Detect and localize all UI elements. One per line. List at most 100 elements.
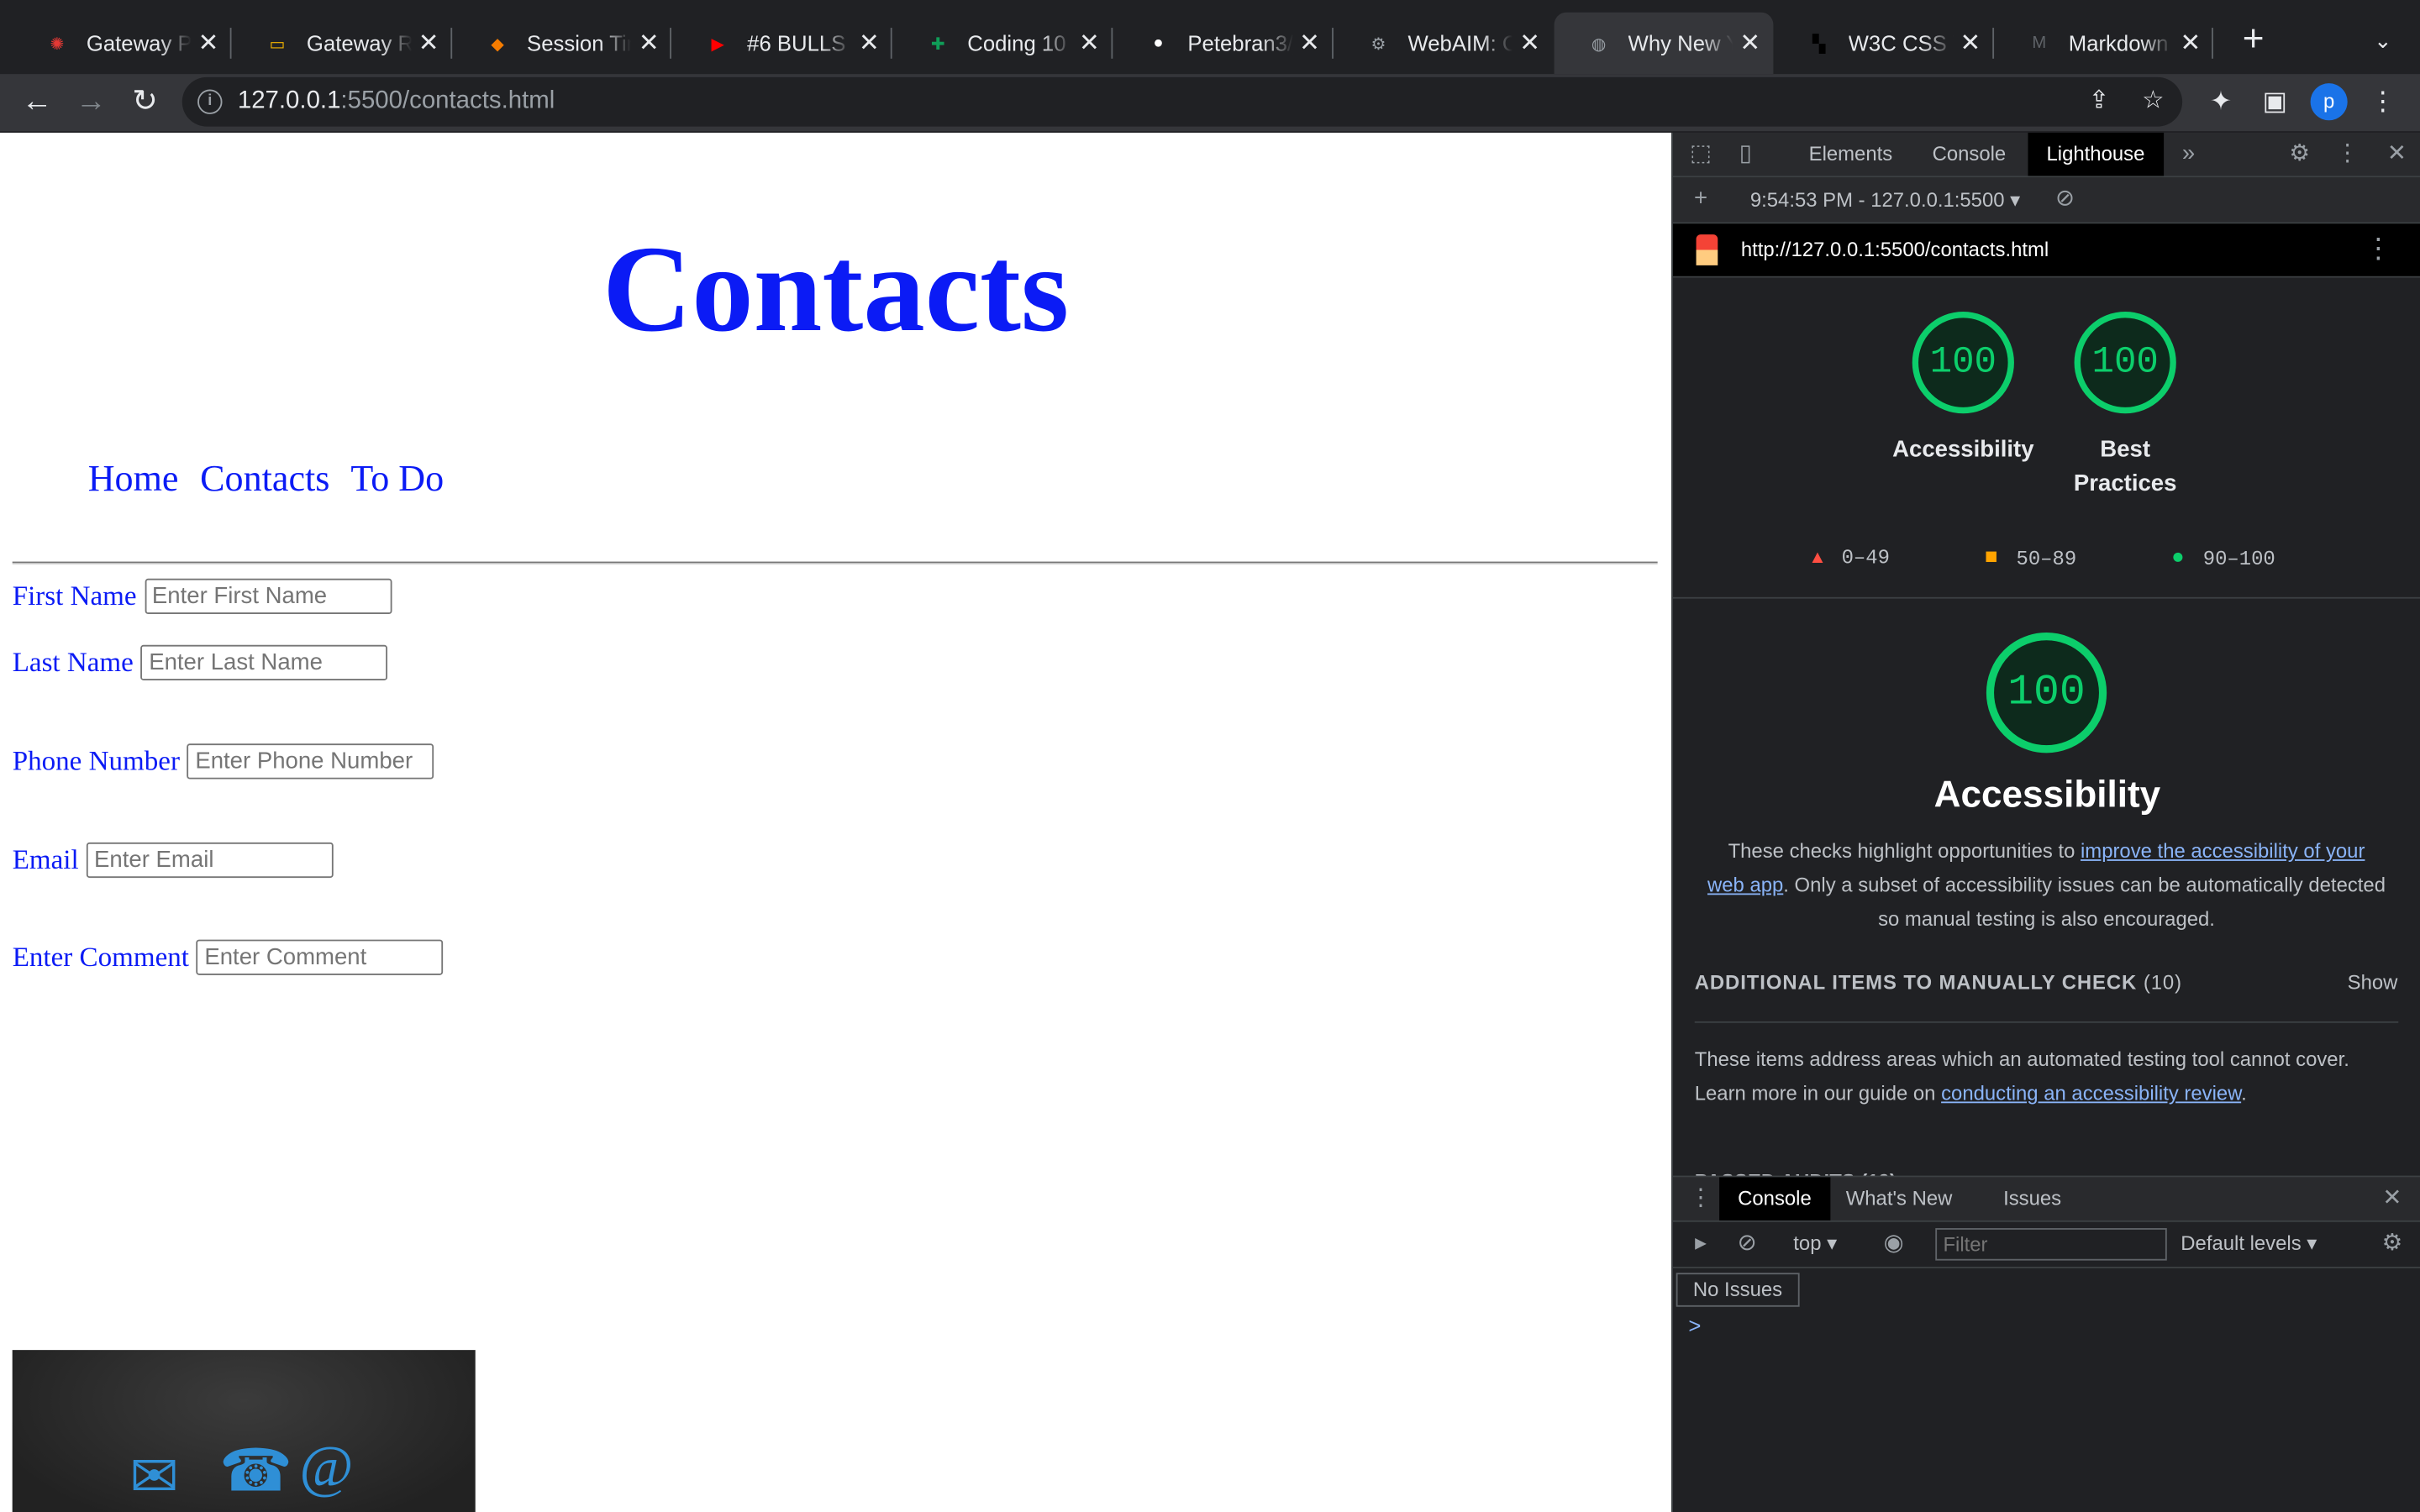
best-practices-score-label[interactable]: Best Practices	[2066, 433, 2184, 501]
accessibility-score-label[interactable]: Accessibility	[1858, 433, 2068, 467]
close-tab-icon[interactable]: ✕	[1292, 28, 1326, 59]
browser-tab[interactable]: ● Petebran3/j ✕	[1113, 13, 1334, 74]
address-bar[interactable]: i 127.0.0.1:5500/contacts.html ⇪ ☆	[182, 76, 2183, 127]
accessibility-review-link[interactable]: conducting an accessibility review	[1941, 1082, 2241, 1105]
reload-icon[interactable]: ↻	[124, 81, 166, 123]
console-prompt[interactable]: >	[1688, 1313, 1701, 1337]
accessibility-score-gauge[interactable]: 100	[1912, 312, 2014, 414]
close-tab-icon[interactable]: ✕	[1733, 28, 1766, 59]
drawer-tab-whats-new[interactable]: What's New	[1828, 1177, 1971, 1220]
nav-link-todo[interactable]: To Do	[350, 459, 444, 500]
tab-title: WebAIM: Co	[1407, 30, 1512, 56]
profile-avatar[interactable]: p	[2310, 83, 2348, 121]
comment-field[interactable]	[197, 939, 445, 975]
tab-title: W3C CSS V	[1848, 30, 1954, 56]
report-url: http://127.0.0.1:5500/contacts.html	[1740, 237, 2049, 261]
manual-checks-description: These items address areas which an autom…	[1694, 1047, 2349, 1105]
nav-link-contacts[interactable]: Contacts	[200, 459, 329, 500]
legend-fail: ▲ 0–49	[1812, 546, 1890, 570]
clear-console-icon[interactable]: ⊘	[1732, 1228, 1763, 1259]
drawer-menu-icon[interactable]: ⋮	[1686, 1184, 1717, 1215]
tab-lighthouse[interactable]: Lighthouse	[2028, 132, 2164, 176]
close-tab-icon[interactable]: ✕	[1072, 28, 1106, 59]
browser-tab[interactable]: M Markdown C✕	[1995, 13, 2214, 74]
lighthouse-logo-icon	[1696, 234, 1718, 265]
browser-tab[interactable]: ◍ Why New Yo✕	[1554, 12, 1774, 75]
globe-icon: ◍	[1591, 34, 1607, 54]
inspect-element-icon[interactable]: ⬚	[1686, 139, 1717, 170]
share-icon[interactable]: ⇪	[2084, 87, 2115, 118]
browser-tab[interactable]: ▶ #6 BULLS a ✕	[673, 13, 892, 74]
no-issues-badge[interactable]: No Issues	[1676, 1273, 1800, 1307]
settings-gear-icon[interactable]: ⚙	[2284, 139, 2315, 170]
forward-arrow-icon[interactable]: →	[70, 81, 113, 123]
tab-separator	[229, 28, 232, 59]
more-tabs-icon[interactable]: »	[2173, 139, 2204, 170]
email-field[interactable]	[86, 842, 334, 879]
browser-tab[interactable]: ✺ Gateway Pr ✕	[13, 13, 232, 74]
phone-field[interactable]	[187, 743, 435, 780]
context-selector[interactable]: top ▾	[1793, 1231, 1837, 1256]
tab-elements[interactable]: Elements	[1791, 133, 1912, 176]
url-text[interactable]: 127.0.0.1:5500/contacts.html	[238, 88, 555, 116]
close-tab-icon[interactable]: ✕	[852, 28, 886, 59]
console-filter-input[interactable]	[1935, 1228, 2167, 1261]
bookmark-star-icon[interactable]: ☆	[2138, 87, 2169, 118]
tab-search-icon[interactable]: ⌄	[2365, 22, 2402, 59]
close-drawer-icon[interactable]: ✕	[2377, 1184, 2408, 1215]
drawer-tab-console[interactable]: Console	[1719, 1177, 1830, 1221]
divider	[1673, 596, 2420, 599]
extensions-puzzle-icon[interactable]: ✦	[2202, 83, 2239, 120]
close-tab-icon[interactable]: ✕	[192, 28, 225, 59]
tab-title: Gateway Re	[306, 30, 412, 56]
last-name-row: Last Name	[13, 644, 388, 680]
manual-checks-header[interactable]: ADDITIONAL ITEMS TO MANUALLY CHECK (10)	[1695, 970, 2182, 994]
close-tab-icon[interactable]: ✕	[632, 28, 666, 59]
browser-tab[interactable]: ⚙ WebAIM: Co✕	[1334, 13, 1553, 74]
close-devtools-icon[interactable]: ✕	[2381, 139, 2412, 170]
new-report-plus-icon[interactable]: +	[1686, 184, 1717, 215]
close-tab-icon[interactable]: ✕	[1512, 28, 1546, 59]
close-tab-icon[interactable]: ✕	[1954, 28, 1987, 59]
browser-tab[interactable]: ▚ W3C CSS V✕	[1774, 13, 1994, 74]
last-name-field[interactable]	[141, 644, 388, 680]
gear-icon: ⚙	[1370, 34, 1386, 54]
log-levels-dropdown[interactable]: Default levels ▾	[2181, 1231, 2317, 1256]
close-tab-icon[interactable]: ✕	[412, 28, 445, 59]
phone-label: Phone Number	[12, 745, 180, 776]
browser-tab[interactable]: ▭ Gateway Re✕	[233, 13, 452, 74]
email-row: Email	[13, 842, 334, 879]
github-icon: ●	[1153, 34, 1164, 53]
browser-menu-icon[interactable]: ⋮	[2365, 83, 2402, 120]
drawer-tab-issues[interactable]: Issues	[1985, 1177, 2080, 1220]
tab-console[interactable]: Console	[1914, 133, 2025, 176]
show-manual-checks-button[interactable]: Show	[2348, 970, 2398, 994]
first-name-field[interactable]	[144, 578, 392, 615]
tab-title: Why New Yo	[1628, 30, 1733, 56]
report-menu-icon[interactable]: ⋮	[2365, 233, 2392, 265]
new-tab-button[interactable]: +	[2232, 18, 2275, 61]
device-toolbar-icon[interactable]: ▯	[1730, 139, 1761, 170]
nav-link-home[interactable]: Home	[88, 459, 179, 500]
tab-separator	[670, 28, 672, 59]
console-sidebar-icon[interactable]: ▸	[1686, 1228, 1717, 1259]
youtube-icon: ▶	[711, 34, 725, 54]
live-expression-eye-icon[interactable]: ◉	[1878, 1228, 1909, 1259]
green-circle-icon: ●	[2171, 546, 2185, 571]
close-tab-icon[interactable]: ✕	[2174, 28, 2207, 59]
back-arrow-icon[interactable]: ←	[15, 81, 58, 123]
browser-toolbar: ← → ↻ i 127.0.0.1:5500/contacts.html ⇪ ☆…	[0, 74, 2420, 132]
devtools-menu-icon[interactable]: ⋮	[2332, 139, 2363, 170]
lighthouse-report-bar: + 9:54:53 PM - 127.0.0.1:5500 ▾ ⊘	[1673, 177, 2420, 224]
best-practices-score-gauge[interactable]: 100	[2074, 312, 2176, 414]
clear-reports-icon[interactable]: ⊘	[2049, 184, 2081, 215]
report-selector[interactable]: 9:54:53 PM - 127.0.0.1:5500 ▾	[1750, 188, 2020, 213]
browser-tab[interactable]: ✚ Coding 10 R✕	[893, 13, 1113, 74]
comment-row: Enter Comment	[13, 939, 445, 975]
browser-tab[interactable]: ◆ Session Tim✕	[453, 13, 672, 74]
slides-icon: ▭	[269, 34, 286, 54]
console-settings-gear-icon[interactable]: ⚙	[2377, 1228, 2408, 1259]
w3c-icon: ▚	[1812, 34, 1826, 54]
side-panel-icon[interactable]: ▣	[2256, 83, 2293, 120]
site-info-icon[interactable]: i	[197, 89, 223, 114]
